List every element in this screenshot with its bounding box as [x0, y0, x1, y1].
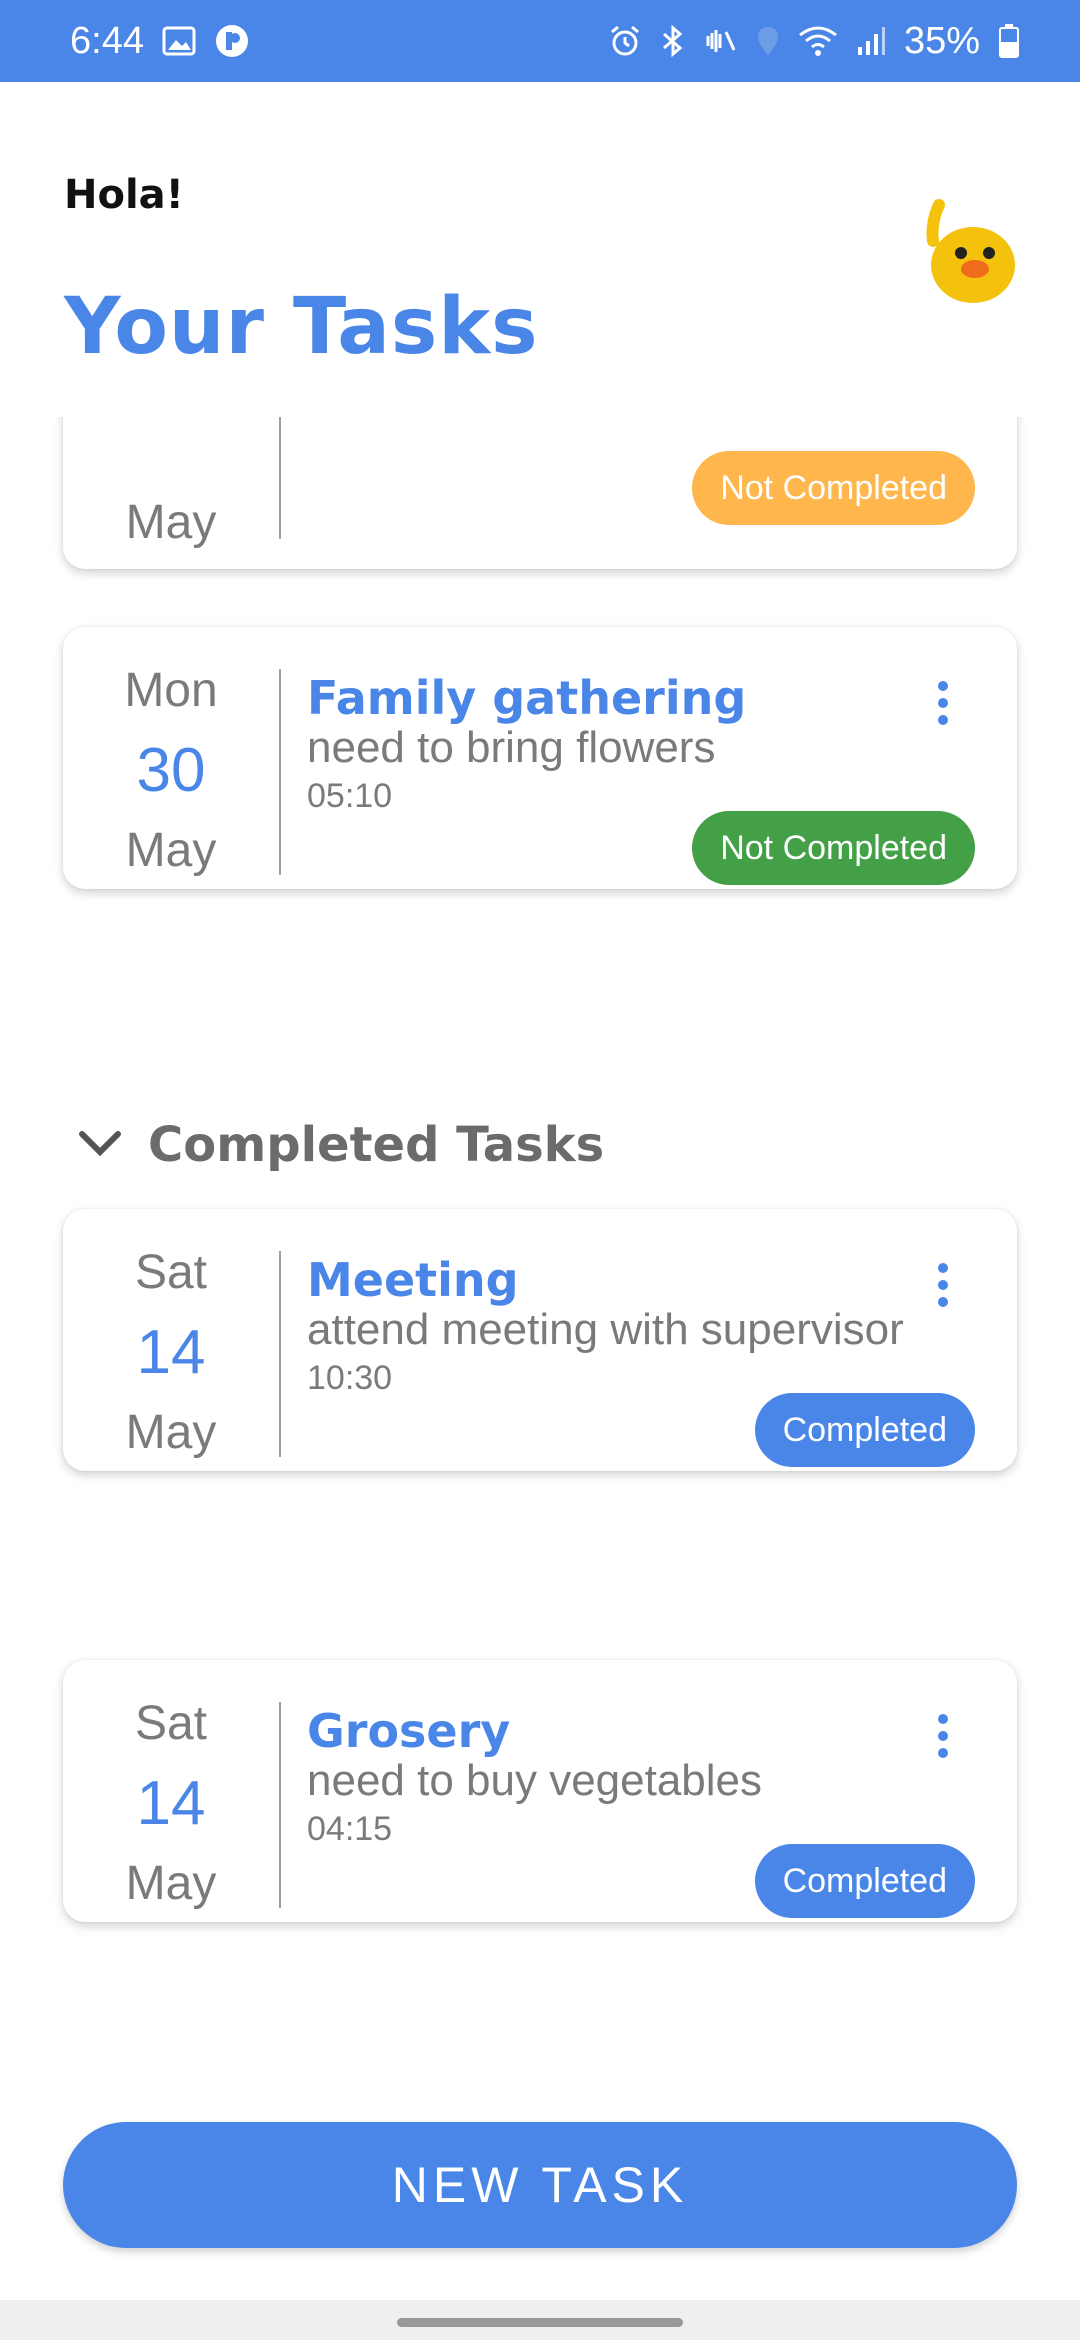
battery-icon: [998, 23, 1020, 59]
wifi-icon: [798, 25, 838, 57]
status-badge[interactable]: Not Completed: [692, 451, 975, 525]
task-time: 05:10: [307, 777, 393, 815]
task-month: May: [125, 496, 217, 549]
task-date: May: [63, 483, 279, 563]
task-day: Sat: [134, 1246, 208, 1299]
bluetooth-icon: [660, 24, 686, 58]
task-description: attend meeting with supervisor: [307, 1305, 904, 1354]
location-icon: [756, 25, 780, 57]
task-date: Mon 30 May: [63, 651, 279, 891]
navigation-bar: [0, 2300, 1080, 2340]
task-date-number: 14: [136, 1318, 206, 1387]
more-options-icon[interactable]: [933, 1714, 953, 1758]
chevron-down-icon[interactable]: [78, 1128, 122, 1163]
task-time: 04:15: [307, 1810, 393, 1848]
new-task-button[interactable]: NEW TASK: [63, 2122, 1017, 2248]
waving-duck-icon: [925, 197, 1020, 312]
task-card[interactable]: Sat 14 May Meeting attend meeting with s…: [63, 1209, 1017, 1471]
task-title: Family gathering: [307, 671, 747, 725]
card-divider: [279, 669, 281, 875]
status-bar: 6:44 35%: [0, 0, 1080, 82]
card-divider: [279, 1251, 281, 1457]
app-notification-icon: [214, 23, 250, 59]
signal-icon: [856, 25, 886, 57]
more-options-icon[interactable]: [933, 681, 953, 725]
card-divider: [279, 1702, 281, 1908]
task-day: Mon: [124, 664, 218, 717]
task-title: Grosery: [307, 1704, 511, 1758]
task-month: May: [125, 1857, 217, 1910]
greeting: Hola!: [64, 172, 184, 218]
vibrate-icon: [704, 24, 738, 58]
page-title: Your Tasks: [64, 282, 539, 372]
task-title: Meeting: [307, 1253, 519, 1307]
task-description: need to buy vegetables: [307, 1756, 763, 1805]
more-options-icon[interactable]: [933, 1263, 953, 1307]
gallery-icon: [162, 26, 196, 56]
task-card[interactable]: May Not Completed: [63, 417, 1017, 569]
completed-section-header[interactable]: Completed Tasks: [78, 1117, 604, 1173]
task-date-number: 14: [136, 1769, 206, 1838]
status-right: 35%: [608, 20, 1020, 63]
task-month: May: [125, 1406, 217, 1459]
status-badge[interactable]: Completed: [754, 1393, 975, 1467]
alarm-icon: [608, 24, 642, 58]
section-title: Completed Tasks: [148, 1117, 605, 1173]
task-time: 10:30: [307, 1359, 393, 1397]
status-left: 6:44: [70, 20, 250, 63]
task-card[interactable]: Mon 30 May Family gathering need to brin…: [63, 627, 1017, 889]
task-card[interactable]: Sat 14 May Grosery need to buy vegetable…: [63, 1660, 1017, 1922]
task-date-number: 30: [136, 736, 206, 805]
home-handle[interactable]: [397, 2318, 683, 2327]
status-badge[interactable]: Completed: [754, 1844, 975, 1918]
status-badge[interactable]: Not Completed: [692, 811, 975, 885]
task-date: Sat 14 May: [63, 1233, 279, 1473]
status-time: 6:44: [70, 19, 144, 62]
task-description: need to bring flowers: [307, 723, 716, 772]
header: Hola! Your Tasks: [0, 82, 1080, 417]
battery-percent: 35%: [903, 19, 980, 62]
card-divider: [279, 417, 281, 539]
task-list[interactable]: May Not Completed Mon 30 May Family gath…: [0, 417, 1080, 2087]
task-day: Sat: [134, 1697, 208, 1750]
task-month: May: [125, 824, 217, 877]
task-date: Sat 14 May: [63, 1684, 279, 1924]
